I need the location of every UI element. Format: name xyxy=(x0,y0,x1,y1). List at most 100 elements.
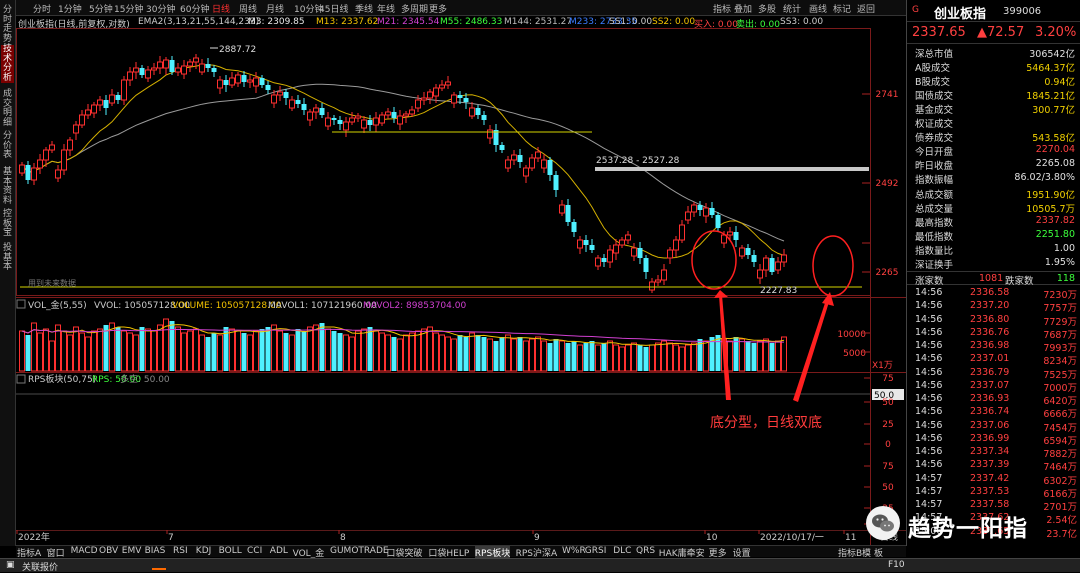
candle-body-up xyxy=(739,247,745,257)
volume-bar-up xyxy=(649,344,655,372)
candle-body-up xyxy=(151,67,157,71)
volume-bar-up xyxy=(235,330,241,372)
candle-body-up xyxy=(313,107,319,113)
candle-body-up xyxy=(487,129,493,139)
up-count: 1081 xyxy=(979,273,1004,284)
gap-bar xyxy=(595,167,869,171)
future-data-label: 用到未来数据 xyxy=(28,278,76,288)
volume-bar-up xyxy=(511,338,517,372)
status-left[interactable]: 关联报价 xyxy=(22,560,58,573)
candle-body-down xyxy=(499,145,505,150)
volume-bar-up xyxy=(133,334,139,372)
candle-body-up xyxy=(37,159,43,169)
indicator-tab-18[interactable]: GRSI xyxy=(585,546,607,556)
volume-bar-up xyxy=(97,328,103,372)
volume-bar-up xyxy=(469,332,475,372)
candle-body-up xyxy=(145,69,151,79)
indicator-tab-17[interactable]: W%R xyxy=(562,546,586,556)
candle-body-up xyxy=(427,91,433,99)
candle-body-up xyxy=(181,65,187,75)
indicator-tab-3[interactable]: OBV xyxy=(99,546,118,556)
candle-body-up xyxy=(199,63,205,73)
indicator-tab-12[interactable]: GUMOTRADE xyxy=(330,546,389,556)
candle-body-up xyxy=(55,169,61,179)
volume-bar-up xyxy=(67,334,73,372)
volume-bar-down xyxy=(517,337,523,371)
vol-unit: X1万 xyxy=(872,361,893,371)
volume-bar-up xyxy=(763,338,769,372)
candle-body-up xyxy=(43,149,49,161)
candle-body-up xyxy=(451,94,457,104)
volume-bar-up xyxy=(79,332,85,372)
candle-body-down xyxy=(241,75,247,82)
candle-body-up xyxy=(607,249,613,263)
candle-body-down xyxy=(223,80,229,85)
indicator-tab-20[interactable]: QRS xyxy=(636,546,655,556)
candle-body-up xyxy=(109,94,115,104)
date-label: 10 xyxy=(706,533,718,543)
candle-body-down xyxy=(715,215,721,228)
high-label: 2887.72 xyxy=(219,45,256,55)
candle-body-down xyxy=(589,245,595,250)
volume-bar-down xyxy=(241,333,247,371)
volume-bar-down xyxy=(499,337,505,371)
candle-body-down xyxy=(547,160,553,175)
tick-row: 14:56 2337.20 7757万 xyxy=(915,300,1077,315)
candle-body-up xyxy=(673,239,679,251)
volume-bar-up xyxy=(193,328,199,372)
volume-bar-up xyxy=(253,330,259,372)
breadth-row: 涨家数 1081 跌家数 118 xyxy=(907,271,1080,287)
chart-area[interactable]: 2741249222652022年789102022/10/17/一11日线 2… xyxy=(0,0,906,546)
volume-bar-up xyxy=(175,326,181,372)
mavol1-value: MAVOL1: 107121960.00 xyxy=(268,301,377,311)
indicator-tab-9[interactable]: CCI xyxy=(247,546,262,556)
volume-bar-down xyxy=(103,325,109,371)
volume-bar-up xyxy=(625,344,631,372)
quote-row: 最高指数 2337.82 xyxy=(915,214,1075,229)
candle-body-down xyxy=(103,100,109,108)
indicator-tab-6[interactable]: RSI xyxy=(173,546,188,556)
indicator-tab-8[interactable]: BOLL xyxy=(219,546,242,556)
volume-bar-up xyxy=(229,328,235,372)
quote-row: 深证换手 1.95% xyxy=(915,256,1075,271)
candle-body-up xyxy=(691,204,697,213)
candle-body-up xyxy=(85,109,91,116)
volume-bar-up xyxy=(361,328,367,372)
volume-bar-up xyxy=(247,334,253,372)
tick-row: 14:56 2337.06 7454万 xyxy=(915,419,1077,434)
annotation-text: 底分型，日线双底 xyxy=(710,415,822,431)
tick-row: 14:56 2336.58 7230万 xyxy=(915,287,1077,301)
candle-body-up xyxy=(595,257,601,267)
volume-bar-up xyxy=(451,338,457,372)
date-label: 11 xyxy=(845,533,856,543)
volume-bar-up xyxy=(523,340,529,372)
candle-body-down xyxy=(637,248,643,258)
candle-body-up xyxy=(625,234,631,241)
candle-body-down xyxy=(295,100,301,104)
indicator-tab-19[interactable]: DLC xyxy=(613,546,631,556)
indicator-tab-5[interactable]: BIAS xyxy=(145,546,166,556)
volume-bar-up xyxy=(505,334,511,372)
tick-row: 14:56 2337.01 8234万 xyxy=(915,353,1077,368)
candle-body-up xyxy=(187,61,193,67)
f10-button[interactable]: F10 xyxy=(888,560,905,570)
trading-window: 分时走势 技术分析 成交明细 分价表 基本资料 控板宝 投基本 分时 1分钟 5分钟… xyxy=(0,0,1080,573)
volume-bar-up xyxy=(661,340,667,372)
volume-bar-up xyxy=(613,344,619,372)
quote-row: A股成交 5464.37亿 xyxy=(915,63,1075,75)
down-count: 118 xyxy=(1056,273,1075,284)
volume-bar-up xyxy=(409,332,415,372)
volume-bar-up xyxy=(757,340,763,372)
indicator-tab-10[interactable]: ADL xyxy=(270,546,288,556)
candle-body-up xyxy=(133,67,139,73)
indicator-tab-2[interactable]: MACD xyxy=(71,546,98,556)
volume-bar-down xyxy=(481,337,487,371)
quote-row: 基金成交 300.77亿 xyxy=(915,105,1075,117)
volume-bar-down xyxy=(589,341,595,371)
candle-body-up xyxy=(361,119,367,129)
candle-body-up xyxy=(163,59,169,69)
price-tick-label: 2265 xyxy=(876,268,899,278)
indicator-tab-7[interactable]: KDJ xyxy=(196,546,212,556)
candle-body-up xyxy=(355,115,361,119)
indicator-tab-4[interactable]: EMV xyxy=(122,546,142,556)
